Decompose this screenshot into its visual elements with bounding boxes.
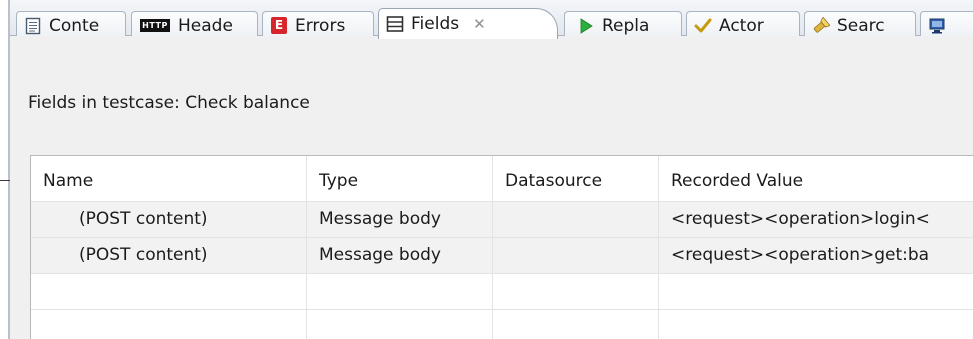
cell-datasource[interactable]: [493, 202, 659, 237]
monitor-icon: [928, 17, 946, 35]
column-header-name[interactable]: Name: [31, 156, 307, 202]
empty-cell: [659, 274, 973, 309]
error-icon: E: [270, 17, 288, 35]
tab-content[interactable]: Conte: [16, 11, 126, 39]
tab-replay[interactable]: Repla: [564, 11, 682, 39]
play-icon: [577, 17, 595, 35]
column-header-datasource[interactable]: Datasource: [493, 156, 659, 202]
cell-name: (POST content): [31, 202, 307, 237]
tab-content-label: Conte: [49, 15, 100, 36]
cell-datasource[interactable]: [493, 238, 659, 273]
empty-cell: [31, 310, 307, 339]
cell-type: Message body: [307, 238, 493, 273]
fields-table: Name Type Datasource Recorded Value (POS…: [30, 155, 973, 339]
tab-bar: Conte HTTP Heade E Errors Fields ✕ Repla…: [10, 0, 973, 39]
cell-name: (POST content): [31, 238, 307, 273]
tab-headers[interactable]: HTTP Heade: [131, 11, 258, 39]
tab-errors[interactable]: E Errors: [262, 11, 374, 39]
empty-cell: [307, 310, 493, 339]
window-divider: [0, 180, 10, 181]
tab-fields-label: Fields: [411, 14, 460, 34]
empty-cell: [307, 274, 493, 309]
cell-recorded-value: <request><operation>login<: [671, 209, 930, 229]
column-header-type[interactable]: Type: [307, 156, 493, 202]
http-icon: HTTP: [140, 19, 170, 32]
fields-list-icon: [386, 15, 404, 33]
tab-console[interactable]: [920, 11, 973, 39]
tab-actor[interactable]: Actor: [686, 11, 800, 39]
tab-search-label: Searc: [837, 15, 885, 36]
empty-cell: [659, 310, 973, 339]
tab-fields[interactable]: Fields ✕: [378, 8, 558, 39]
tab-actor-label: Actor: [719, 15, 764, 36]
checkmark-icon: [694, 17, 712, 35]
cell-recorded-value: <request><operation>get:ba: [671, 245, 930, 265]
table-header: Name Type Datasource Recorded Value: [31, 156, 973, 202]
tab-replay-label: Repla: [602, 15, 650, 36]
document-icon: [24, 17, 42, 35]
search-flashlight-icon: [812, 16, 830, 35]
table-row[interactable]: (POST content) Message body <request><op…: [31, 238, 973, 274]
table-row-empty: [31, 274, 973, 310]
tab-errors-label: Errors: [295, 15, 346, 36]
page-title: Fields in testcase: Check balance: [28, 93, 310, 113]
close-icon[interactable]: ✕: [473, 15, 486, 33]
table-row-empty: [31, 310, 973, 339]
tab-search[interactable]: Searc: [804, 11, 916, 39]
column-header-recorded-value[interactable]: Recorded Value: [659, 156, 973, 202]
empty-cell: [493, 310, 659, 339]
empty-cell: [31, 274, 307, 309]
table-row[interactable]: (POST content) Message body <request><op…: [31, 202, 973, 238]
tab-headers-label: Heade: [178, 15, 233, 36]
empty-cell: [493, 274, 659, 309]
cell-type: Message body: [307, 202, 493, 237]
